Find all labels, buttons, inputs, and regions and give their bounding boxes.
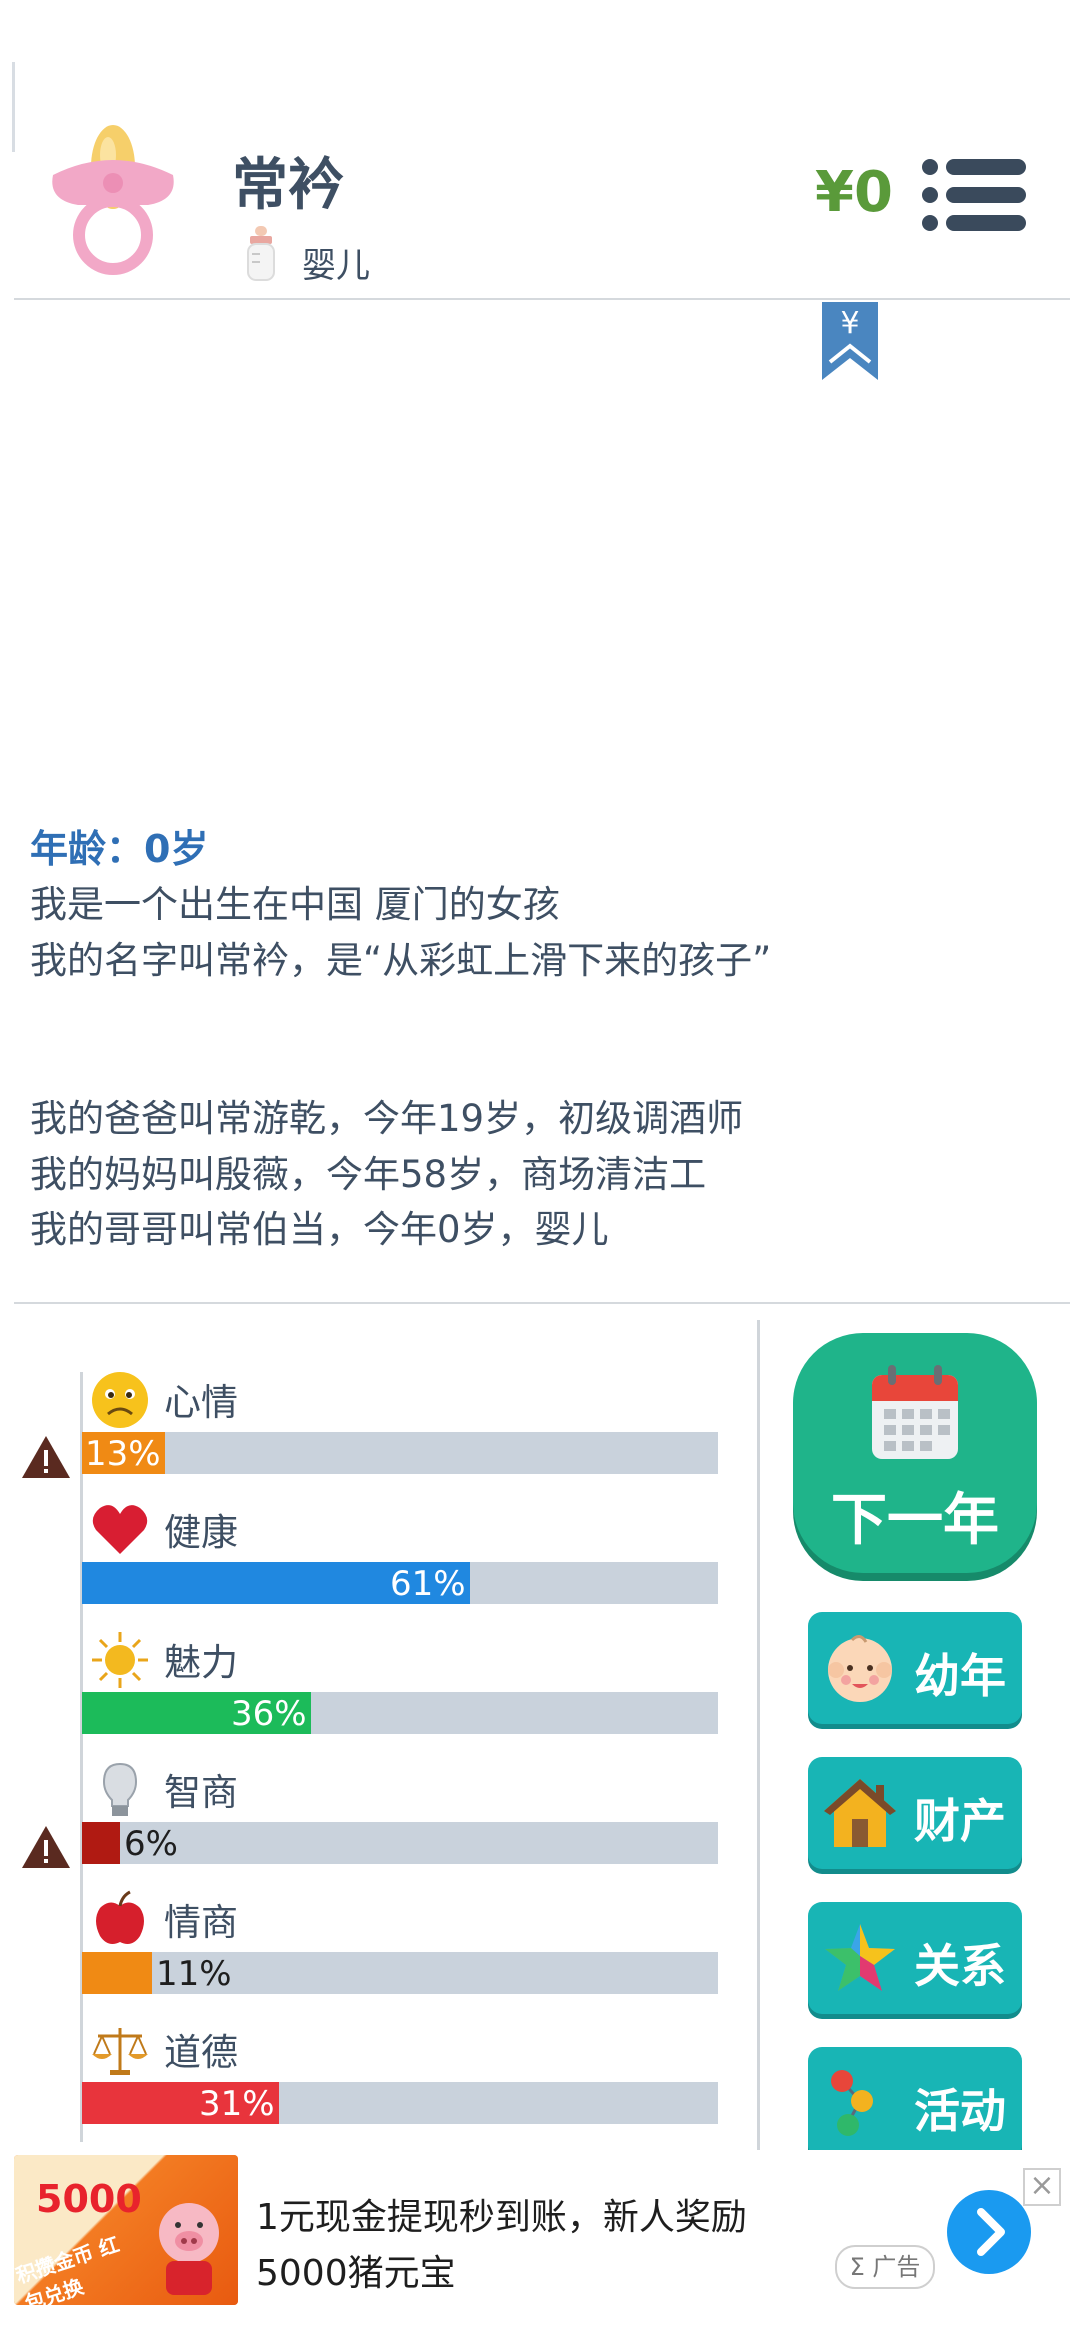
money-bookmark-button[interactable]: ¥ [822,302,878,380]
apple-icon [96,1890,144,1944]
story-line: 我的妈妈叫殷薇，今年58岁，商场清洁工 [30,1153,707,1196]
money-amount: ¥0 [815,160,893,225]
story-divider [14,1302,1070,1304]
stat-value: 36% [231,1694,307,1734]
stat-bar-iq: 6% [82,1822,718,1864]
stat-bar-fill [82,1952,152,1994]
next-year-label: 下一年 [831,1488,999,1553]
stat-label-mood: 心情 [164,1381,238,1424]
stat-label-iq: 智商 [164,1771,238,1814]
lightbulb-icon [102,1762,138,1816]
ad-close-button[interactable]: × [1023,2168,1061,2206]
activities-button[interactable]: 活动 [808,2047,1022,2159]
story-line: 我的名字叫常衿，是“从彩虹上滑下来的孩子” [30,939,772,982]
stat-bar-eq: 11% [82,1952,718,1994]
sun-icon [92,1632,148,1688]
molecule-icon [831,2070,873,2136]
chevron-right-icon [977,2208,1005,2256]
menu-list-icon[interactable] [920,155,1030,235]
ad-image-amount: 5000 [36,2177,142,2221]
stat-label-eq: 情商 [164,1901,238,1944]
story-line: 我的哥哥叫常伯当，今年0岁，婴儿 [30,1208,609,1251]
childhood-button[interactable]: 幼年 [808,1612,1022,1724]
stat-label-health: 健康 [164,1511,238,1554]
header-divider [14,298,1070,300]
bookmark-symbol: ¥ [840,306,860,341]
stat-label-morality: 道德 [164,2031,238,2074]
stat-value: 11% [156,1954,232,1994]
next-year-button[interactable]: 下一年 [793,1333,1037,1573]
assets-label: 财产 [914,1794,1006,1848]
relations-button[interactable]: 关系 [808,1902,1022,2014]
warning-icon [22,1826,70,1868]
baby-face-icon [828,1635,892,1702]
stat-value: 13% [85,1434,161,1474]
stat-bar-fill [82,1822,120,1864]
pacifier-avatar-icon [52,125,174,275]
scales-icon [92,2028,148,2075]
stat-value: 31% [199,2084,275,2124]
ad-headline-2[interactable]: 5000猪元宝 [256,2244,456,2296]
text-cursor [12,62,15,152]
story-line: 我是一个出生在中国 厦门的女孩 [30,883,560,926]
assets-button[interactable]: 财产 [808,1757,1022,1869]
story-line: 我的爸爸叫常游乾，今年19岁，初级调酒师 [30,1097,744,1140]
ad-badge: Σ 广告 [835,2245,935,2289]
relations-label: 关系 [914,1939,1006,1993]
pig-mascot-icon [159,2203,219,2295]
sad-face-icon [92,1372,148,1428]
stat-label-charm: 魅力 [164,1641,238,1684]
stat-bar-mood: 13% [82,1432,718,1474]
ad-go-button[interactable] [947,2190,1031,2274]
stat-bar-morality: 31% [82,2082,718,2124]
panel-divider [757,1320,760,2150]
warning-icon [22,1436,70,1478]
childhood-label: 幼年 [914,1649,1006,1703]
baby-bottle-icon [247,226,275,281]
calendar-icon [872,1365,958,1459]
star-icon [825,1924,895,1991]
house-icon [824,1779,896,1847]
stats-axis-line [80,1372,83,2142]
activities-label: 活动 [914,2084,1006,2138]
ad-image[interactable]: 5000 积攒金币 红包兑换 [14,2155,238,2305]
ad-headline[interactable]: 1元现金提现秒到账，新人奖励 [256,2188,747,2240]
character-name: 常衿 [232,153,344,218]
stat-value: 61% [390,1564,466,1604]
life-stage-label: 婴儿 [302,246,370,286]
stat-bar-health: 61% [82,1562,718,1604]
heart-icon [92,1505,148,1554]
stat-value: 6% [124,1824,178,1864]
stat-bar-charm: 36% [82,1692,718,1734]
age-heading: 年龄：0岁 [30,827,209,871]
